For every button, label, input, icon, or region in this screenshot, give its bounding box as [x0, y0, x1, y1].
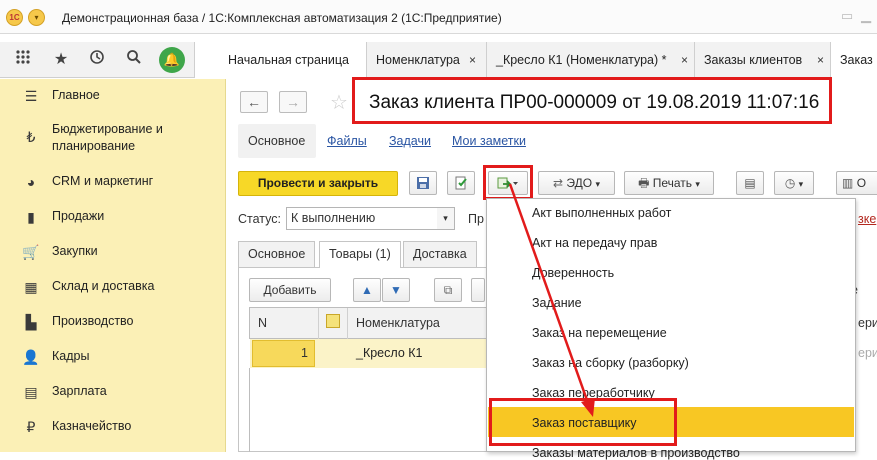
annotation-arrow — [508, 183, 595, 417]
